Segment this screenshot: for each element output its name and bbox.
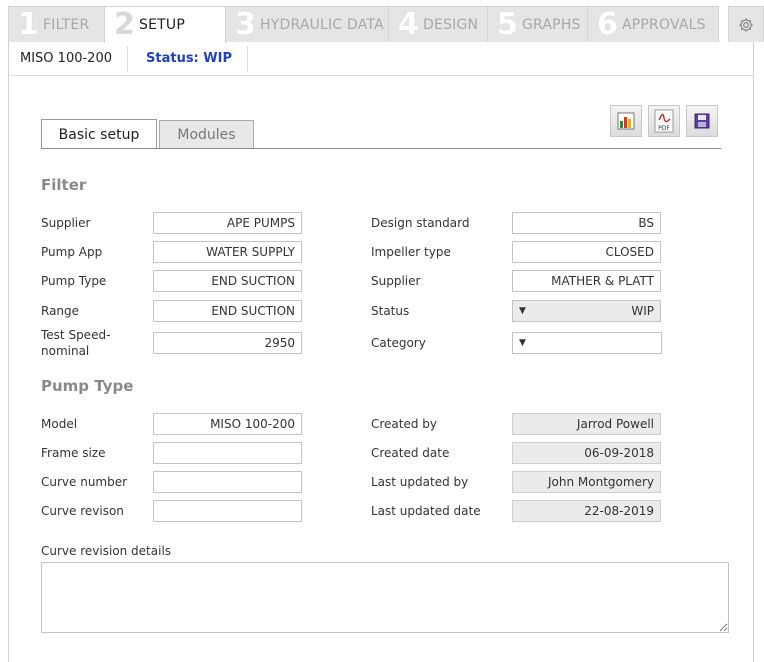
step-number: 4 (398, 6, 419, 42)
tab-underline (41, 148, 721, 149)
curve-revision-field[interactable] (153, 500, 302, 522)
supplier-label: Supplier (41, 216, 91, 230)
step-tab-filter[interactable]: 1 FILTER (8, 6, 105, 42)
step-tab-setup[interactable]: 2 SETUP (104, 6, 226, 43)
step-navigation: 1 FILTER 2 SETUP 3 HYDRAULIC DATA 4 DESI… (0, 0, 764, 43)
pump-type-field[interactable]: END SUCTION (153, 270, 302, 292)
tab-basic-setup[interactable]: Basic setup (41, 119, 157, 149)
step-tab-approvals[interactable]: 6 APPROVALS (587, 6, 719, 42)
last-updated-by-label: Last updated by (371, 475, 469, 489)
category-select[interactable]: ▼ (512, 332, 662, 354)
section-title-pump-type: Pump Type (41, 377, 134, 395)
step-tab-design[interactable]: 4 DESIGN (388, 6, 488, 42)
created-by-label: Created by (371, 417, 438, 431)
step-label: FILTER (43, 16, 90, 33)
curve-number-field[interactable] (153, 471, 302, 493)
step-tab-hydraulic-data[interactable]: 3 HYDRAULIC DATA (225, 6, 389, 42)
test-speed-field[interactable]: 2950 (153, 332, 302, 354)
step-label: HYDRAULIC DATA (260, 16, 384, 33)
last-updated-date-label: Last updated date (371, 504, 481, 518)
step-tab-graphs[interactable]: 5 GRAPHS (487, 6, 588, 42)
model-field[interactable]: MISO 100-200 (153, 413, 302, 435)
step-number: 2 (114, 7, 135, 42)
divider (127, 46, 128, 72)
curve-number-label: Curve number (41, 475, 128, 489)
impeller-type-field[interactable]: CLOSED (512, 241, 661, 263)
last-updated-date-field: 22-08-2019 (512, 500, 661, 522)
step-label: SETUP (139, 17, 185, 33)
tab-modules[interactable]: Modules (159, 120, 254, 148)
caret-down-icon: ▼ (519, 306, 526, 316)
step-number: 1 (18, 6, 39, 42)
frame-size-label: Frame size (41, 446, 106, 460)
save-button[interactable] (686, 105, 718, 137)
chart-icon (617, 112, 635, 130)
step-number: 6 (597, 6, 618, 42)
report-button[interactable] (610, 105, 642, 137)
step-label: APPROVALS (622, 16, 706, 33)
pump-app-field[interactable]: WATER SUPPLY (153, 241, 302, 263)
floppy-disk-icon (694, 113, 710, 129)
pump-type-label: Pump Type (41, 274, 107, 288)
range-field[interactable]: END SUCTION (153, 300, 302, 322)
pdf-icon-text: PDF (658, 125, 670, 132)
supplier-field[interactable]: APE PUMPS (153, 212, 302, 234)
gear-icon (739, 17, 753, 32)
settings-button[interactable] (728, 6, 764, 42)
status-label: Status (371, 304, 410, 318)
curve-revision-details-textarea[interactable] (41, 562, 729, 633)
record-model: MISO 100-200 (20, 51, 112, 66)
curve-revision-label: Curve revison (41, 504, 124, 518)
supplier-secondary-field[interactable]: MATHER & PLATT (512, 270, 661, 292)
category-label: Category (371, 336, 426, 350)
created-by-field: Jarrod Powell (512, 413, 661, 435)
pump-app-label: Pump App (41, 245, 103, 259)
design-standard-field[interactable]: BS (512, 212, 661, 234)
export-pdf-button[interactable]: PDF (648, 105, 680, 137)
model-label: Model (41, 417, 78, 431)
step-label: DESIGN (423, 16, 479, 33)
status-badge: Status: WIP (146, 51, 232, 66)
status-select[interactable]: ▼ WIP (512, 300, 661, 322)
supplier-secondary-label: Supplier (371, 274, 421, 288)
status-select-value: WIP (631, 304, 654, 318)
test-speed-label: Test Speed-nominal (41, 328, 111, 358)
divider (247, 46, 248, 72)
created-date-label: Created date (371, 446, 450, 460)
setup-panel: MISO 100-200 Status: WIP Basic setup Mod… (8, 42, 754, 662)
design-standard-label: Design standard (371, 216, 470, 230)
tab-label: Basic setup (58, 126, 140, 143)
step-number: 5 (497, 6, 518, 42)
step-number: 3 (235, 6, 256, 42)
frame-size-field[interactable] (153, 442, 302, 464)
step-label: GRAPHS (522, 16, 581, 33)
section-title-filter: Filter (41, 176, 87, 194)
curve-revision-details-label: Curve revision details (41, 544, 172, 558)
pdf-icon: PDF (654, 109, 674, 133)
caret-down-icon: ▼ (519, 338, 526, 348)
last-updated-by-field: John Montgomery (512, 471, 661, 493)
range-label: Range (41, 304, 80, 318)
created-date-field: 06-09-2018 (512, 442, 661, 464)
impeller-type-label: Impeller type (371, 245, 451, 259)
tab-label: Modules (177, 126, 236, 143)
record-bar: MISO 100-200 Status: WIP (9, 42, 753, 76)
